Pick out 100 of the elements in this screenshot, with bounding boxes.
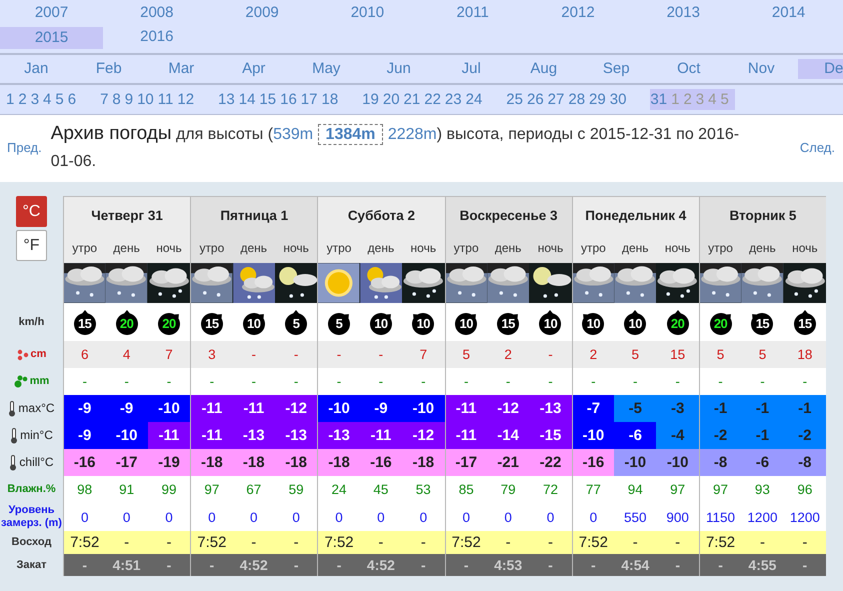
day-link[interactable]: 22	[424, 91, 441, 108]
day-link[interactable]: 18	[321, 91, 338, 108]
year-link[interactable]: 2007	[0, 0, 103, 24]
table-cell: -	[360, 341, 402, 368]
period-label: утро	[698, 233, 742, 263]
month-link[interactable]: Sep	[580, 59, 652, 79]
day-link[interactable]: 29	[589, 91, 606, 108]
day-link[interactable]: 5	[720, 91, 729, 108]
table-cell: -1	[741, 395, 784, 422]
month-link[interactable]: De	[798, 59, 843, 79]
table-cell: 0	[529, 503, 572, 531]
table-cell: 0	[232, 503, 275, 531]
table-cell: -8	[698, 449, 742, 476]
day-link[interactable]: 19	[362, 91, 379, 108]
unit-button[interactable]: °F	[16, 230, 47, 261]
year-link[interactable]: 2010	[316, 0, 419, 24]
day-link[interactable]: 11	[158, 91, 174, 108]
day-link[interactable]: 15	[259, 91, 276, 108]
year-link[interactable]: 2012	[526, 0, 630, 24]
day-link[interactable]: 4	[708, 91, 716, 108]
table-cell: -	[148, 368, 190, 395]
table-cell: 72	[529, 476, 572, 503]
day-link[interactable]: 24	[466, 91, 482, 108]
period-label: день	[360, 233, 402, 263]
year-link[interactable]: 2011	[421, 0, 524, 24]
month-link[interactable]: Apr	[218, 59, 290, 79]
day-link[interactable]: 8	[112, 91, 121, 108]
table-cell: -	[148, 554, 190, 576]
altitude-link[interactable]: 539m	[273, 126, 314, 143]
table-cell: -9	[63, 395, 106, 422]
table-cell: -3	[656, 395, 699, 422]
month-link[interactable]: Jun	[362, 59, 435, 79]
next-link[interactable]: След.	[792, 140, 843, 155]
day-link[interactable]: 17	[300, 91, 318, 108]
year-link[interactable]: 2016	[105, 24, 208, 48]
table-cell: 85	[444, 476, 487, 503]
day-link[interactable]: 3	[30, 91, 40, 108]
day-link[interactable]: 27	[548, 91, 564, 108]
day-link[interactable]: 12	[177, 91, 194, 108]
month-link[interactable]: Oct	[652, 59, 725, 79]
day-link[interactable]: 25	[506, 91, 523, 108]
month-link[interactable]: Aug	[508, 59, 580, 79]
period-label: утро	[317, 233, 360, 263]
altitude-link[interactable]: 2228m	[388, 126, 437, 143]
day-link[interactable]: 9	[124, 91, 134, 108]
table-cell: -2	[784, 422, 826, 449]
table-cell: 97	[190, 476, 233, 503]
day-link[interactable]: 1	[6, 91, 14, 108]
day-link[interactable]: 20	[382, 91, 400, 108]
day-link[interactable]: 14	[238, 91, 256, 108]
table-cell: 0	[317, 503, 360, 531]
table-cell: -13	[317, 422, 360, 449]
day-link[interactable]: 26	[526, 91, 544, 108]
day-link[interactable]: 21	[404, 91, 420, 108]
year-link[interactable]: 2013	[632, 0, 735, 24]
period-label: день	[486, 233, 530, 263]
month-link[interactable]: May	[290, 59, 362, 79]
year-link[interactable]: 2008	[105, 0, 208, 24]
table-cell: 91	[105, 476, 148, 503]
year-link[interactable]: 2015	[0, 27, 103, 49]
day-link[interactable]: 10	[137, 91, 154, 108]
day-link[interactable]: 4	[43, 91, 52, 108]
altitude-link[interactable]: 1384m	[318, 124, 384, 145]
month-link[interactable]: Mar	[145, 59, 218, 79]
month-link[interactable]: Jan	[0, 59, 72, 79]
month-link[interactable]: Feb	[72, 59, 145, 79]
day-link[interactable]: 2	[683, 91, 692, 108]
month-link[interactable]: Jul	[435, 59, 508, 79]
table-cell: -	[741, 368, 784, 395]
table-cell: -1	[784, 395, 826, 422]
day-link[interactable]: 13	[218, 91, 235, 108]
week-highlight[interactable]: 31 1 2 3 4 5	[650, 89, 735, 110]
unit-button[interactable]: °C	[16, 196, 47, 227]
table-cell: -	[698, 368, 742, 395]
day-link[interactable]: 30	[610, 91, 626, 108]
day-link[interactable]: 2	[18, 91, 27, 108]
month-link[interactable]: Nov	[725, 59, 798, 79]
previous-link[interactable]: Пред.	[0, 140, 50, 155]
table-cell: -	[148, 531, 190, 554]
table-cell: -	[784, 531, 826, 554]
year-link[interactable]: 2014	[737, 0, 840, 24]
table-cell: -1	[698, 395, 742, 422]
day-link[interactable]: 6	[68, 91, 76, 108]
table-cell: -10	[317, 395, 360, 422]
day-link[interactable]: 7	[100, 91, 108, 108]
table-cell: -11	[190, 395, 233, 422]
table-cell: -18	[402, 449, 445, 476]
day-link[interactable]: 23	[444, 91, 462, 108]
table-cell: 77	[572, 476, 614, 503]
year-link[interactable]: 2009	[210, 0, 314, 24]
day-link[interactable]: 3	[696, 91, 704, 108]
period-label: утро	[444, 233, 487, 263]
day-link[interactable]: 1	[671, 91, 680, 108]
day-link[interactable]: 16	[280, 91, 297, 108]
day-link[interactable]: 5	[55, 91, 64, 108]
table-cell: -9	[63, 422, 106, 449]
day-link[interactable]: 28	[568, 91, 586, 108]
day-link[interactable]: 31	[650, 91, 668, 108]
table-cell: -	[656, 554, 699, 576]
row-label: max°C	[18, 402, 55, 415]
